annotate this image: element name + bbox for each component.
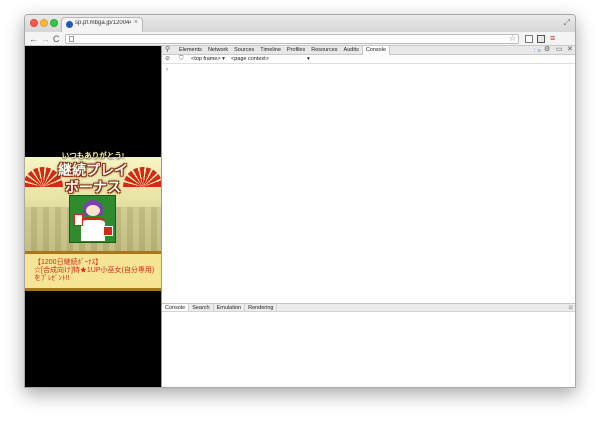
web-page: いつもありがとう! 継続プレイ ボーナス 【1200日継続ﾎﾞｰﾅｽ】 ☆[合成… <box>25 46 161 387</box>
address-input[interactable] <box>78 35 478 43</box>
devtools-panel: ⚲ Elements Network Sources Timeline Profiles… <box>161 46 575 387</box>
mail-extension-icon[interactable] <box>525 35 533 43</box>
drawer-tab-rendering[interactable]: Rendering <box>245 304 278 311</box>
favicon-icon <box>66 21 73 28</box>
tab-resources[interactable]: Resources <box>308 46 340 55</box>
console-drawer-toggle-icon[interactable]: ⋮≡ <box>532 47 541 55</box>
devtools-close-icon[interactable]: ✕ <box>567 46 573 54</box>
devtools-tabbar: ⚲ Elements Network Sources Timeline Profiles… <box>162 46 575 55</box>
clear-console-icon[interactable]: ⊘ <box>165 56 170 63</box>
window-minimize-button[interactable] <box>40 19 48 27</box>
window-maximize-button[interactable] <box>50 19 58 27</box>
character-body <box>81 217 105 241</box>
filter-icon[interactable]: ⛉ <box>179 56 184 63</box>
chevron-down-icon[interactable]: ▾ <box>307 56 310 63</box>
browser-window: sp.pf.mbga.jp/12004445 × ⤢ ← → C ☆ ≡ いつも… <box>24 14 576 388</box>
drawer-tab-emulation[interactable]: Emulation <box>214 304 246 311</box>
tab-close-icon[interactable]: × <box>134 19 138 26</box>
badge-extension-icon[interactable] <box>537 35 545 43</box>
gift-box-icon <box>103 226 113 236</box>
tab-sources[interactable]: Sources <box>231 46 257 55</box>
menu-icon[interactable]: ≡ <box>550 34 558 43</box>
browser-tab[interactable]: sp.pf.mbga.jp/12004445 × <box>61 17 143 32</box>
shrine-maiden-illustration <box>69 195 116 243</box>
context-select[interactable]: <page context> <box>231 56 315 63</box>
drawer-console-body[interactable] <box>162 312 575 387</box>
tab-console[interactable]: Console <box>361 46 391 55</box>
character-flag <box>74 214 83 226</box>
drawer-tabbar: Console Search Emulation Rendering ⊠ <box>162 303 575 312</box>
back-button[interactable]: ← <box>29 33 38 45</box>
console-prompt[interactable]: › <box>166 67 168 73</box>
tab-audits[interactable]: Audits <box>341 46 362 55</box>
tab-elements[interactable]: Elements <box>176 46 205 55</box>
tab-network[interactable]: Network <box>205 46 231 55</box>
tab-title: sp.pf.mbga.jp/12004445 <box>75 20 131 26</box>
dock-side-icon[interactable]: ▭ <box>556 46 563 54</box>
fullscreen-icon[interactable]: ⤢ <box>564 18 570 28</box>
continuous-play-bonus-banner[interactable]: いつもありがとう! 継続プレイ ボーナス 【1200日継続ﾎﾞｰﾅｽ】 ☆[合成… <box>25 149 161 291</box>
omnibox[interactable]: ☆ <box>65 34 519 44</box>
devtools-settings-icon[interactable]: ⚙ <box>544 46 550 54</box>
content-area: いつもありがとう! 継続プレイ ボーナス 【1200日継続ﾎﾞｰﾅｽ】 ☆[合成… <box>25 46 575 387</box>
forward-button[interactable]: → <box>41 33 50 45</box>
drawer-tab-console[interactable]: Console <box>162 304 190 311</box>
browser-toolbar: ← → C ☆ ≡ <box>25 32 575 46</box>
tab-profiles[interactable]: Profiles <box>284 46 308 55</box>
page-icon <box>69 36 74 42</box>
window-close-button[interactable] <box>30 19 38 27</box>
bookmark-star-icon[interactable]: ☆ <box>509 34 516 43</box>
frame-select[interactable]: <top frame> ▾ <box>191 56 225 63</box>
console-toolbar: ⊘ ⛉ <top frame> ▾ <page context> ▾ <box>162 56 575 64</box>
tab-strip: sp.pf.mbga.jp/12004445 × ⤢ <box>25 15 575 32</box>
drawer-tab-search[interactable]: Search <box>189 304 214 311</box>
reload-button[interactable]: C <box>53 33 60 45</box>
tab-timeline[interactable]: Timeline <box>257 46 284 55</box>
character-face <box>86 205 100 216</box>
banner-title-line2: ボーナス <box>65 179 121 195</box>
drawer-close-icon[interactable]: ⊠ <box>568 304 573 312</box>
reward-text-present: をﾌﾟﾚｾﾞﾝﾄ!! <box>34 275 70 282</box>
reward-scroll: 【1200日継続ﾎﾞｰﾅｽ】 ☆[合成向け]特★1UP小巫女(自分専用) をﾌﾟ… <box>25 251 161 291</box>
devtools-search-icon[interactable]: ⚲ <box>165 46 170 54</box>
devtools-tabs: Elements Network Sources Timeline Profiles Re… <box>176 46 391 55</box>
